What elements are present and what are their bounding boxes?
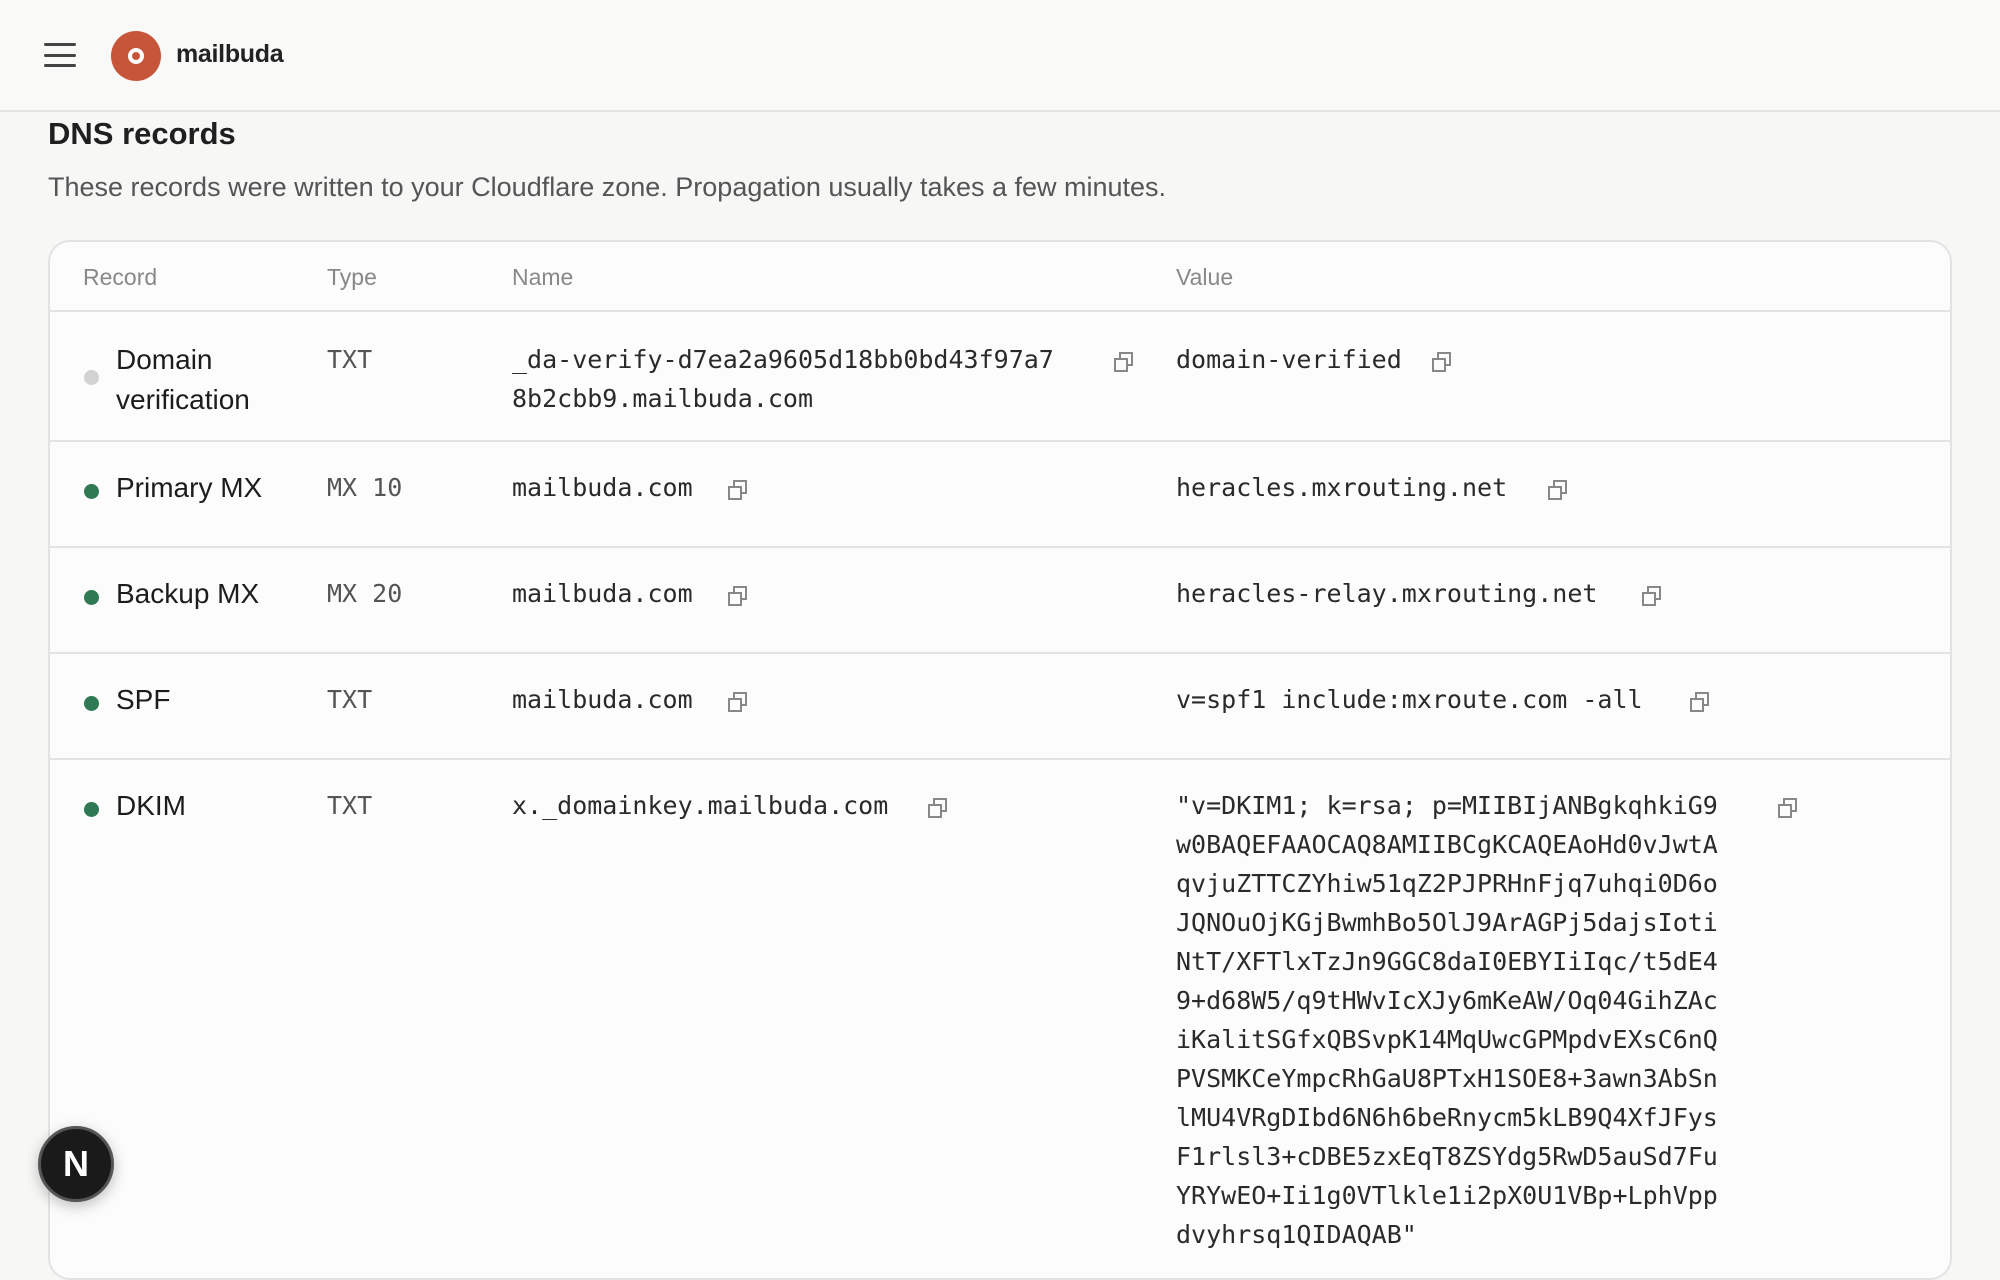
column-header-value: Value [1176, 264, 1234, 290]
record-name: _da-verify-d7ea2a9605d18bb0bd43f97a7 8b2c… [512, 340, 1054, 418]
table-row: DKIM TXT x._domainkey.mailbuda.com "v=DKIM1… [50, 760, 1950, 1278]
record-value: heracles.mxrouting.net [1176, 468, 1507, 507]
record-value: v=spf1 include:mxroute.com -all [1176, 680, 1643, 719]
record-value-line: iKalitSGfxQBSvpK14MqUwcGPMpdvEXsC6nQ [1176, 1025, 1718, 1054]
record-name-line: mailbuda.com [512, 579, 693, 608]
record-label: SPF [116, 684, 171, 715]
status-dot [84, 484, 99, 499]
table-row: Primary MX MX 10 mailbuda.com heracles.mxro… [50, 442, 1950, 548]
copy-icon[interactable] [1112, 350, 1136, 374]
next-dev-tools-button[interactable]: N [38, 1126, 114, 1202]
record-value-line: PVSMKCeYmpcRhGaU8PTxH1SOE8+3awn3AbSn [1176, 1064, 1718, 1093]
table-header: Record Type Name Value [50, 242, 1950, 312]
record-label: Backup MX [116, 578, 260, 609]
record-label: Primary MX [116, 472, 263, 503]
record-value-line: JQNOuOjKGjBwmhBo5OlJ9ArAGPj5dajsIoti [1176, 908, 1718, 937]
status-dot [84, 590, 99, 605]
record-value-line: YRYwEO+Ii1g0VTlkle1i2pX0U1VBp+LphVpp [1176, 1181, 1718, 1210]
copy-icon[interactable] [926, 796, 950, 820]
record-value-line: dvyhrsq1QIDAQAB" [1176, 1220, 1417, 1249]
brand-logo[interactable] [111, 31, 161, 81]
column-header-name: Name [512, 264, 574, 290]
section-title: DNS records [48, 116, 236, 151]
record-value-line: heracles.mxrouting.net [1176, 473, 1508, 502]
record-value-line: w0BAQEFAAOCAQ8AMIIBCgKCAQEAoHd0vJwtA [1176, 830, 1718, 859]
table-row: Domain verification TXT _da-verify-d7ea2a9… [50, 312, 1950, 442]
record-label: DKIM [116, 790, 186, 821]
top-bar: mailbuda [0, 0, 2000, 112]
copy-icon[interactable] [1430, 350, 1454, 374]
copy-icon[interactable] [726, 690, 750, 714]
record-value: domain-verified [1176, 340, 1402, 379]
record-value-line: v=spf1 include:mxroute.com -all [1176, 685, 1643, 714]
section-subtitle: These records were written to your Cloud… [48, 172, 1167, 202]
record-name: mailbuda.com [512, 574, 693, 613]
record-label: Domain verification [116, 344, 250, 415]
copy-icon[interactable] [726, 478, 750, 502]
record-type: TXT [327, 345, 373, 374]
table-row: SPF TXT mailbuda.com v=spf1 include:mxroute… [50, 654, 1950, 760]
record-name-line: mailbuda.com [512, 473, 693, 502]
table-row: Backup MX MX 20 mailbuda.com heracles-relay… [50, 548, 1950, 654]
copy-icon[interactable] [1640, 584, 1664, 608]
record-value-line: qvjuZTTCZYhiw51qZ2PJPRHnFjq7uhqi0D6o [1176, 869, 1718, 898]
record-name-line: mailbuda.com [512, 685, 693, 714]
record-name: mailbuda.com [512, 468, 693, 507]
record-type: MX 20 [327, 579, 403, 608]
status-dot [84, 696, 99, 711]
record-value-line: domain-verified [1176, 345, 1402, 374]
record-value: "v=DKIM1; k=rsa; p=MIIBIjANBgkqhkiG9 w0BA… [1176, 786, 1718, 1254]
status-dot [84, 370, 99, 385]
brand-name[interactable]: mailbuda [176, 40, 284, 69]
record-type: TXT [327, 791, 373, 820]
copy-icon[interactable] [1688, 690, 1712, 714]
record-name-line: _da-verify-d7ea2a9605d18bb0bd43f97a7 [512, 345, 1054, 374]
record-value-line: lMU4VRgDIbd6N6h6beRnycm5kLB9Q4XfJFys [1176, 1103, 1718, 1132]
status-dot [84, 802, 99, 817]
record-name: mailbuda.com [512, 680, 693, 719]
record-type: MX 10 [327, 473, 403, 502]
record-value-line: F1rlsl3+cDBE5zxEqT8ZSYdg5RwD5auSd7Fu [1176, 1142, 1718, 1171]
record-value-line: NtT/XFTlxTzJn9GGC8daI0EBYIiIqc/t5dE4 [1176, 947, 1718, 976]
record-type: TXT [327, 685, 373, 714]
copy-icon[interactable] [726, 584, 750, 608]
record-name-line: x._domainkey.mailbuda.com [512, 791, 889, 820]
record-value: heracles-relay.mxrouting.net [1176, 574, 1597, 613]
record-value-line: 9+d68W5/q9tHWvIcXJy6mKeAW/Oq04GihZAc [1176, 986, 1718, 1015]
record-value-line: "v=DKIM1; k=rsa; p=MIIBIjANBgkqhkiG9 [1176, 791, 1718, 820]
dns-records-table: Record Type Name Value Domain verificati… [48, 240, 1952, 1280]
copy-icon[interactable] [1546, 478, 1570, 502]
column-header-type: Type [327, 264, 377, 290]
column-header-record: Record [83, 264, 158, 290]
record-name-line: 8b2cbb9.mailbuda.com [512, 384, 814, 413]
hamburger-menu-icon[interactable] [40, 38, 80, 72]
record-value-line: heracles-relay.mxrouting.net [1176, 579, 1598, 608]
record-name: x._domainkey.mailbuda.com [512, 786, 888, 825]
copy-icon[interactable] [1776, 796, 1800, 820]
